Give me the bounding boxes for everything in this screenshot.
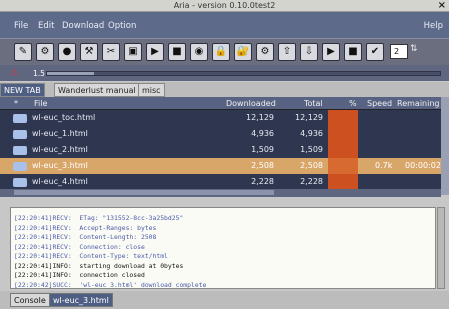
progress-bar [328,174,358,190]
window-title: Aria - version 0.10.0test2 [173,1,276,10]
list-header: * File Downloaded Total % Speed Remainin… [0,97,441,110]
col-percent[interactable]: % [349,99,357,108]
scissors-icon[interactable]: ✂ [102,43,120,61]
html-file-icon [13,178,27,187]
progress-bar [328,158,358,174]
col-file[interactable]: File [34,99,47,108]
speed-slider[interactable] [46,71,441,76]
file-downloaded: 4,936 [251,129,274,138]
close-icon[interactable]: × [438,0,446,11]
tab-bar: NEW TAB Wanderlust manual misc [0,82,449,97]
play-small-icon[interactable]: ▶ [322,43,340,61]
menu-file[interactable]: File [14,21,28,31]
file-name: wl-euc_4.html [32,177,88,186]
lock-alt-icon[interactable]: 🔐 [234,43,252,61]
menu-edit[interactable]: Edit [38,21,54,31]
list-vertical-scrollbar[interactable] [441,97,449,195]
speed-label: 1.5 [33,69,45,78]
file-remaining: 00:00:02 [405,161,441,170]
tab-console[interactable]: Console [10,293,50,307]
log-line: [22:20:41]RECV: Content-Length: 2508 [14,233,157,241]
file-name: wl-euc_1.html [32,129,88,138]
title-bar: Aria - version 0.10.0test2 × [0,0,449,12]
spinner-arrows-icon[interactable]: ⇅ [410,44,420,59]
menu-help[interactable]: Help [424,21,443,31]
file-downloaded: 2,228 [251,177,274,186]
box-icon[interactable]: ▣ [124,43,142,61]
table-row[interactable]: wl-euc_1.html 4,936 4,936 [0,126,441,142]
speed-slider-fill [47,72,95,75]
tab-file-wl-euc-3[interactable]: wl-euc_3.html [49,293,113,307]
stop-small-icon[interactable]: ■ [344,43,362,61]
menu-option[interactable]: Option [108,21,136,31]
col-remaining[interactable]: Remaining [397,99,439,108]
col-speed[interactable]: Speed [367,99,392,108]
file-downloaded: 1,509 [251,145,274,154]
arrow-down-icon[interactable]: ⇩ [300,43,318,61]
list-horizontal-scrollbar[interactable] [0,189,441,197]
file-downloaded: 2,508 [251,161,274,170]
pencil-icon[interactable]: ✎ [14,43,32,61]
file-total: 2,228 [300,177,323,186]
table-row[interactable]: wl-euc_4.html 2,228 2,228 [0,174,441,190]
html-file-icon [13,114,27,123]
aria-window: Aria - version 0.10.0test2 × File Edit D… [0,0,449,309]
progress-bar [328,110,358,126]
settings-icon[interactable]: ⚙ [256,43,274,61]
file-name: wl-euc_3.html [32,161,88,170]
stop-icon[interactable]: ■ [168,43,186,61]
speed-icon: ⚠ [10,68,19,78]
menu-download[interactable]: Download [62,21,104,31]
thread-count-input[interactable]: 2 [390,44,408,59]
toolbar: 2 ⇅ ✎ ⚙ ● ⚒ ✂ ▣ ▶ ■ ◉ 🔒 🔐 ⚙ ⇧ ⇩ ▶ ■ ✔ [0,38,449,65]
file-name: wl-euc_2.html [32,145,88,154]
record-icon[interactable]: ◉ [190,43,208,61]
console-scrollbar[interactable] [437,207,445,289]
menu-bar: File Edit Download Option Help [0,12,449,38]
log-line: [22:20:41]RECV: Content-Type: text/html [14,252,168,260]
log-line: [22:20:41]INFO: starting download at 0by… [14,261,184,270]
console-log: [22:20:41]RECV: ETag: "131552-8cc-3a25bd… [10,207,436,289]
log-line: [22:20:41]RECV: ETag: "131552-8cc-3a25bd… [14,214,184,222]
html-file-icon [13,146,27,155]
progress-bar [328,142,358,158]
col-downloaded[interactable]: Downloaded [226,99,276,108]
table-row[interactable]: wl-euc_2.html 1,509 1,509 [0,142,441,158]
col-select[interactable]: * [14,99,18,108]
orange-circle-icon[interactable]: ● [58,43,76,61]
progress-bar [328,126,358,142]
gear-icon[interactable]: ⚙ [36,43,54,61]
log-line: [22:20:41]RECV: Accept-Ranges: bytes [14,223,157,232]
file-total: 2,508 [300,161,323,170]
file-speed: 0.7k [375,161,393,170]
wrench-icon[interactable]: ⚒ [80,43,98,61]
play-icon[interactable]: ▶ [146,43,164,61]
file-name: wl-euc_toc.html [32,113,96,122]
lock-icon[interactable]: 🔒 [212,43,230,61]
html-file-icon [13,162,27,171]
file-total: 4,936 [300,129,323,138]
check-icon[interactable]: ✔ [366,43,384,61]
scroll-thumb[interactable] [14,190,274,195]
tab-new[interactable]: NEW TAB [0,83,45,97]
bottom-tab-bar: Console wl-euc_3.html [0,291,449,309]
log-line: [22:20:42]SUCC: 'wl-euc_3.html' download… [14,280,207,289]
arrow-up-icon[interactable]: ⇧ [278,43,296,61]
tab-misc[interactable]: misc [138,83,165,97]
file-downloaded: 12,129 [246,113,274,122]
tab-wanderlust-manual[interactable]: Wanderlust manual [54,83,140,97]
file-total: 1,509 [300,145,323,154]
table-row[interactable]: wl-euc_3.html 2,508 2,508 0.7k 00:00:02 [0,158,441,174]
log-line: [22:20:41]RECV: Connection: close [14,242,145,251]
download-list: * File Downloaded Total % Speed Remainin… [0,97,441,190]
table-row[interactable]: wl-euc_toc.html 12,129 12,129 [0,110,441,126]
speed-limit-row: ⚠ 1.5 [0,65,449,81]
file-total: 12,129 [295,113,323,122]
col-total[interactable]: Total [304,99,323,108]
log-line: [22:20:41]INFO: connection closed [14,271,145,279]
html-file-icon [13,130,27,139]
